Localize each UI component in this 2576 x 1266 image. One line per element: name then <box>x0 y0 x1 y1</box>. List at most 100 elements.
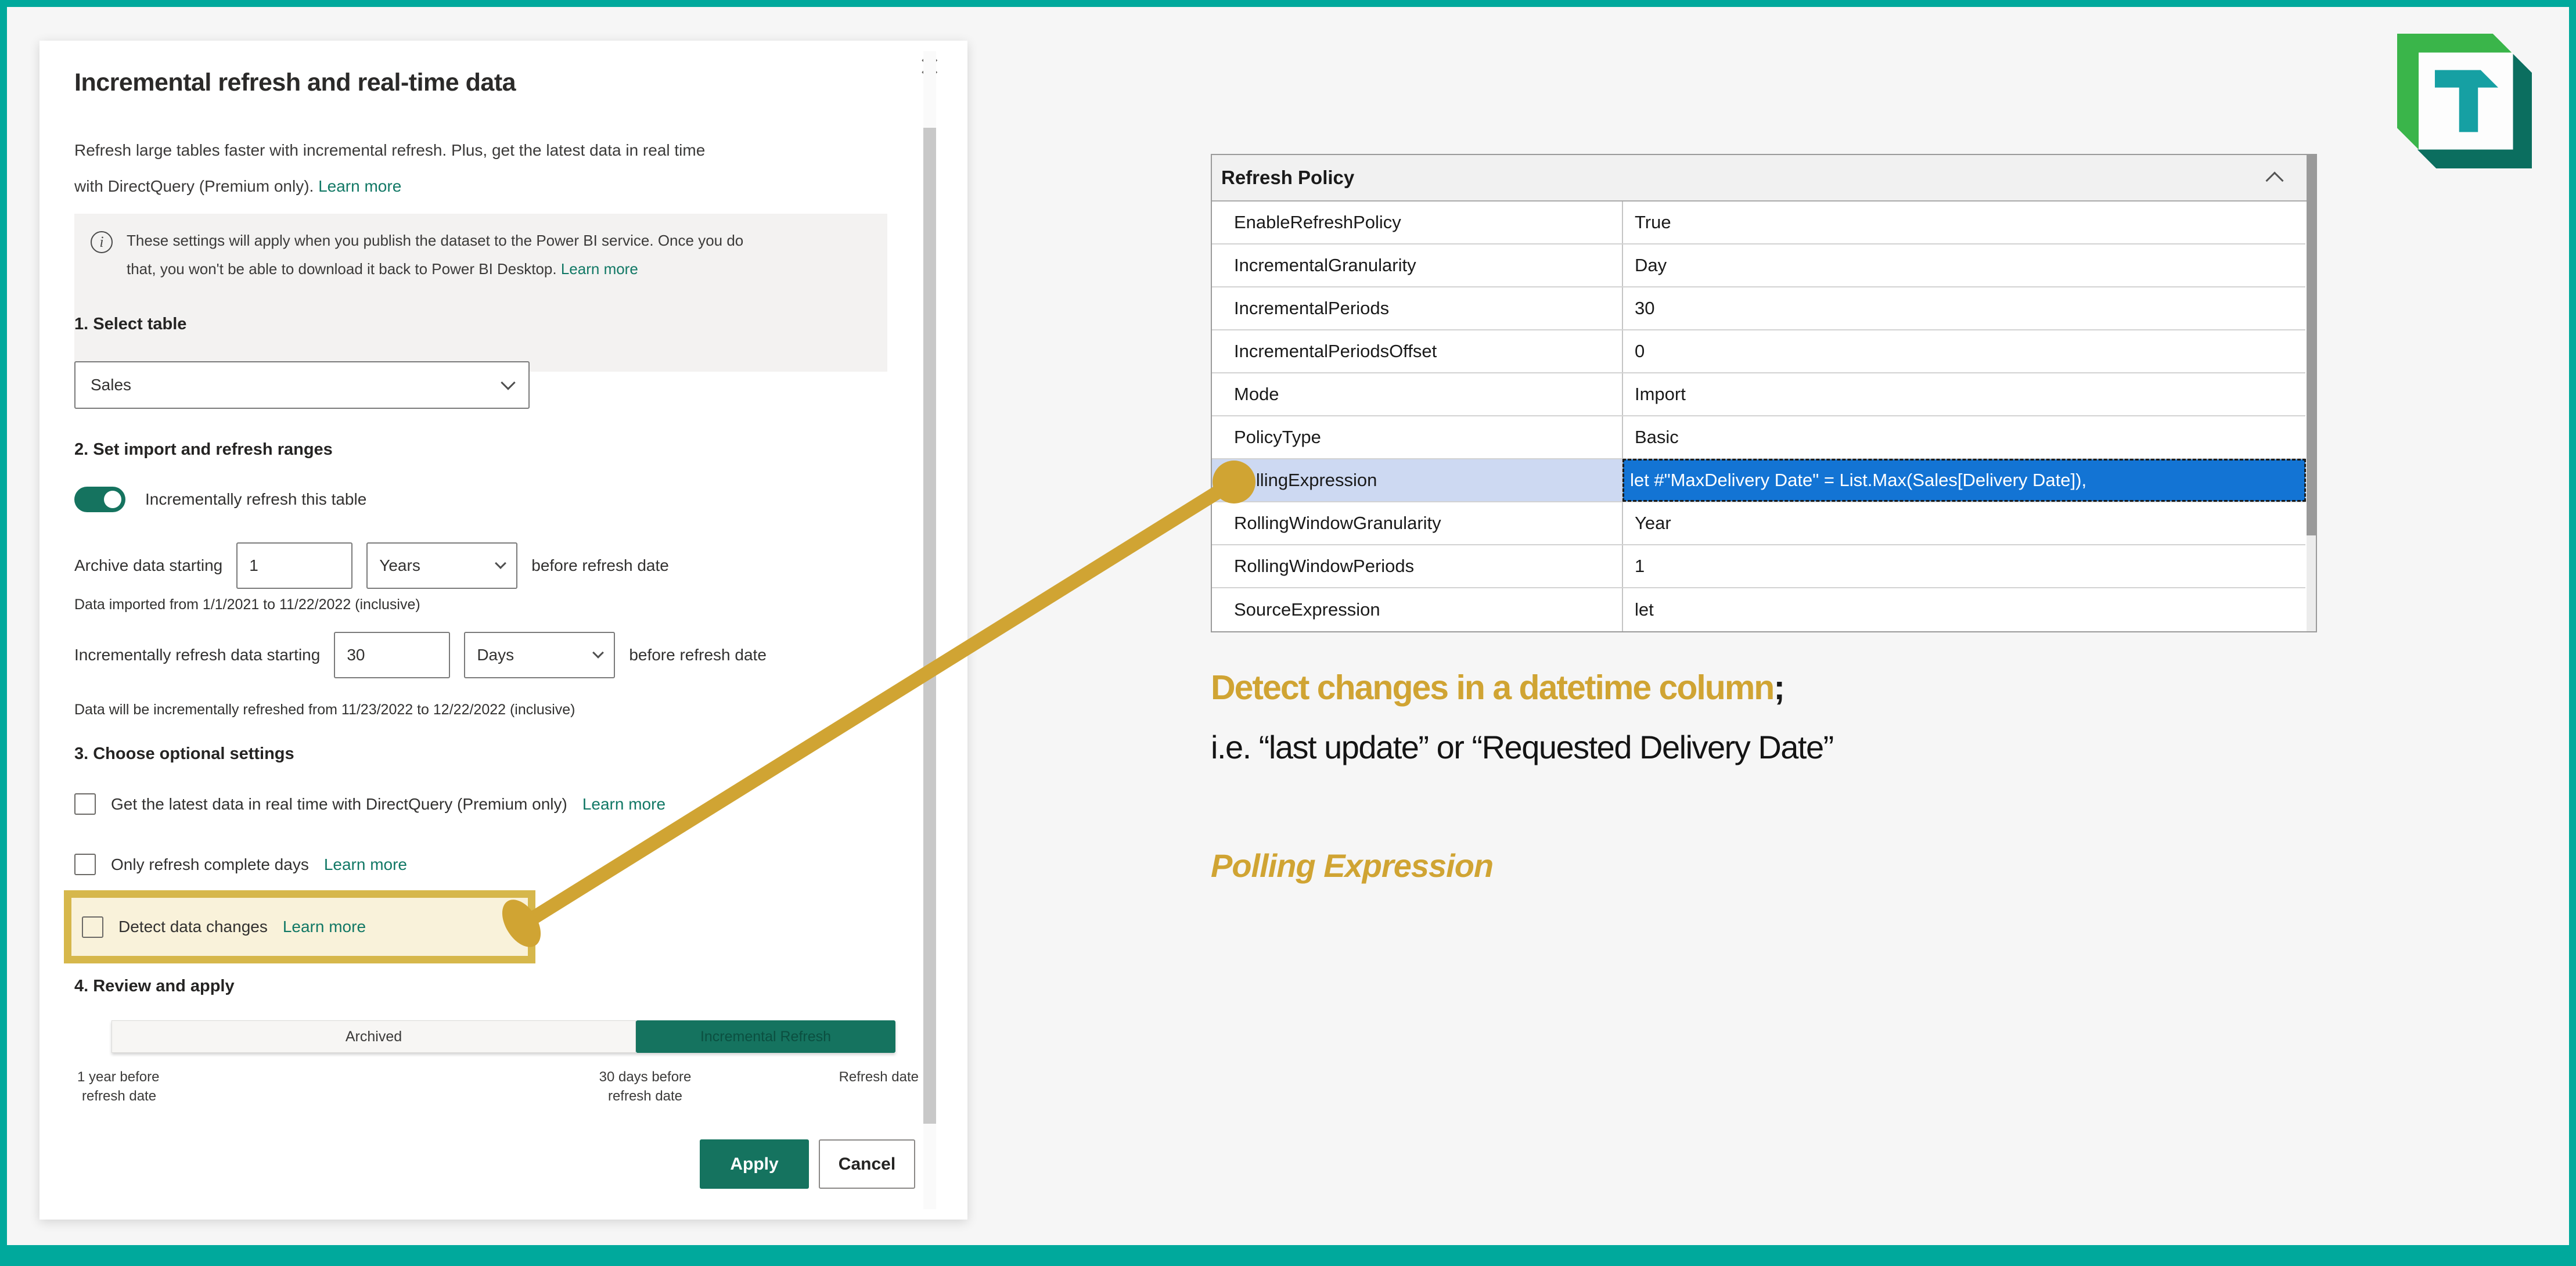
dialog-title: Incremental refresh and real-time data <box>74 69 516 97</box>
banner-line1: These settings will apply when you publi… <box>127 232 743 249</box>
option-directquery-row: Get the latest data in real time with Di… <box>74 793 665 815</box>
dialog-scrollbar-thumb[interactable] <box>923 128 936 1124</box>
table-row[interactable]: PolicyTypeBasic <box>1212 416 2305 459</box>
step3-heading: 3. Choose optional settings <box>74 745 294 764</box>
property-key[interactable]: PollingExpression <box>1212 459 1623 501</box>
directquery-label: Get the latest data in real time with Di… <box>111 795 567 814</box>
frame-border-left <box>0 0 7 1266</box>
info-icon: i <box>91 231 113 253</box>
incremental-refresh-segment: Incremental Refresh <box>636 1020 895 1053</box>
step1-heading: 1. Select table <box>74 315 186 334</box>
description-line2: with DirectQuery (Premium only). <box>74 177 318 195</box>
property-key[interactable]: Mode <box>1212 373 1623 415</box>
refresh-policy-header[interactable]: Refresh Policy <box>1212 155 2316 202</box>
incremental-range-row: Incrementally refresh data starting 30 D… <box>74 632 767 678</box>
table-row[interactable]: IncrementalPeriodsOffset0 <box>1212 330 2305 373</box>
property-key[interactable]: EnableRefreshPolicy <box>1212 202 1623 243</box>
incremental-refresh-toggle[interactable] <box>74 487 125 512</box>
detect-changes-checkbox[interactable] <box>82 916 103 938</box>
frame-border-right <box>2569 0 2576 1266</box>
annotation-polling-expression: Polling Expression <box>1211 847 1493 884</box>
incremental-value-input[interactable]: 30 <box>334 632 450 678</box>
property-key[interactable]: SourceExpression <box>1212 588 1623 631</box>
table-row[interactable]: EnableRefreshPolicyTrue <box>1212 202 2305 244</box>
directquery-checkbox[interactable] <box>74 793 96 815</box>
imported-note: Data imported from 1/1/2021 to 11/22/202… <box>74 596 420 613</box>
archive-value-input[interactable]: 1 <box>236 542 352 589</box>
detect-data-changes-highlight: Detect data changes Learn more <box>64 890 535 963</box>
table-row[interactable]: ModeImport <box>1212 373 2305 416</box>
table-row[interactable]: SourceExpressionlet <box>1212 588 2305 631</box>
incremental-unit-dropdown[interactable]: Days <box>464 632 615 678</box>
property-value[interactable]: Day <box>1623 244 2305 286</box>
archive-unit-value: Years <box>379 556 420 575</box>
banner-line2: that, you won't be able to download it b… <box>127 260 561 278</box>
detect-changes-learn-more-link[interactable]: Learn more <box>283 918 366 936</box>
table-row[interactable]: PollingExpressionlet #"MaxDelivery Date"… <box>1212 459 2305 502</box>
archive-range-row: Archive data starting 1 Years before ref… <box>74 542 669 589</box>
property-key[interactable]: IncrementalPeriodsOffset <box>1212 330 1623 372</box>
table-row[interactable]: RollingWindowGranularityYear <box>1212 502 2305 545</box>
incremental-refresh-dialog: ✕ Incremental refresh and real-time data… <box>39 41 967 1220</box>
toggle-label: Incrementally refresh this table <box>145 490 366 509</box>
table-select-dropdown[interactable]: Sales <box>74 361 530 409</box>
learn-more-link[interactable]: Learn more <box>318 177 401 195</box>
property-value[interactable]: Import <box>1623 373 2305 415</box>
property-value[interactable]: Basic <box>1623 416 2305 458</box>
dialog-scrollbar[interactable] <box>923 51 936 1209</box>
table-scrollbar[interactable] <box>2307 155 2316 631</box>
chevron-down-icon <box>501 375 515 390</box>
property-key[interactable]: IncrementalGranularity <box>1212 244 1623 286</box>
brand-logo-icon <box>2397 34 2532 168</box>
table-row[interactable]: IncrementalPeriods30 <box>1212 287 2305 330</box>
incremental-note: Data will be incrementally refreshed fro… <box>74 702 575 718</box>
refresh-policy-panel: Refresh Policy EnableRefreshPolicyTrueIn… <box>1211 154 2317 632</box>
info-banner-text: These settings will apply when you publi… <box>127 226 743 283</box>
chevron-down-icon <box>592 647 604 659</box>
frame-border-bottom <box>0 1245 2576 1266</box>
table-scrollbar-thumb[interactable] <box>2307 155 2316 535</box>
property-value[interactable]: True <box>1623 202 2305 243</box>
annotation-subline: i.e. “last update” or “Requested Deliver… <box>1211 728 1833 766</box>
property-value[interactable]: Year <box>1623 502 2305 544</box>
axis-label-left: 1 year beforerefresh date <box>77 1067 159 1106</box>
annotation-headline: Detect changes in a datetime column; <box>1211 668 1784 707</box>
incremental-unit-value: Days <box>477 646 514 664</box>
annotation-headline-gold: Detect changes in a datetime column <box>1211 668 1773 707</box>
property-key[interactable]: RollingWindowGranularity <box>1212 502 1623 544</box>
complete-days-checkbox[interactable] <box>74 854 96 875</box>
complete-days-label: Only refresh complete days <box>111 855 309 874</box>
chevron-down-icon <box>495 558 506 569</box>
banner-learn-more-link[interactable]: Learn more <box>561 260 638 278</box>
chevron-up-icon[interactable] <box>2265 171 2283 189</box>
annotation-headline-suffix: ; <box>1773 668 1784 707</box>
description-line1: Refresh large tables faster with increme… <box>74 141 705 159</box>
archive-unit-dropdown[interactable]: Years <box>366 542 517 589</box>
property-key[interactable]: IncrementalPeriods <box>1212 287 1623 329</box>
apply-button[interactable]: Apply <box>700 1139 809 1189</box>
table-row[interactable]: IncrementalGranularityDay <box>1212 244 2305 287</box>
refresh-policy-title: Refresh Policy <box>1221 167 1354 189</box>
step2-heading: 2. Set import and refresh ranges <box>74 440 333 459</box>
property-value[interactable]: let <box>1623 588 2305 631</box>
page-canvas: ✕ Incremental refresh and real-time data… <box>0 0 2576 1266</box>
detect-changes-label: Detect data changes <box>118 918 268 936</box>
property-key[interactable]: RollingWindowPeriods <box>1212 545 1623 587</box>
table-row[interactable]: RollingWindowPeriods1 <box>1212 545 2305 588</box>
property-key[interactable]: PolicyType <box>1212 416 1623 458</box>
step4-heading: 4. Review and apply <box>74 977 235 996</box>
property-value[interactable]: 0 <box>1623 330 2305 372</box>
complete-days-learn-more-link[interactable]: Learn more <box>324 855 407 874</box>
incremental-label: Incrementally refresh data starting <box>74 646 320 664</box>
property-value[interactable]: 30 <box>1623 287 2305 329</box>
property-value[interactable]: 1 <box>1623 545 2305 587</box>
cancel-button[interactable]: Cancel <box>819 1139 915 1189</box>
option-complete-days-row: Only refresh complete days Learn more <box>74 854 407 875</box>
dialog-description: Refresh large tables faster with increme… <box>74 132 847 204</box>
property-value[interactable]: let #"MaxDelivery Date" = List.Max(Sales… <box>1623 459 2305 501</box>
directquery-learn-more-link[interactable]: Learn more <box>582 795 665 814</box>
archive-label: Archive data starting <box>74 556 222 575</box>
archived-segment: Archived <box>111 1020 636 1053</box>
table-select-value: Sales <box>91 376 131 394</box>
frame-border-top <box>0 0 2576 7</box>
